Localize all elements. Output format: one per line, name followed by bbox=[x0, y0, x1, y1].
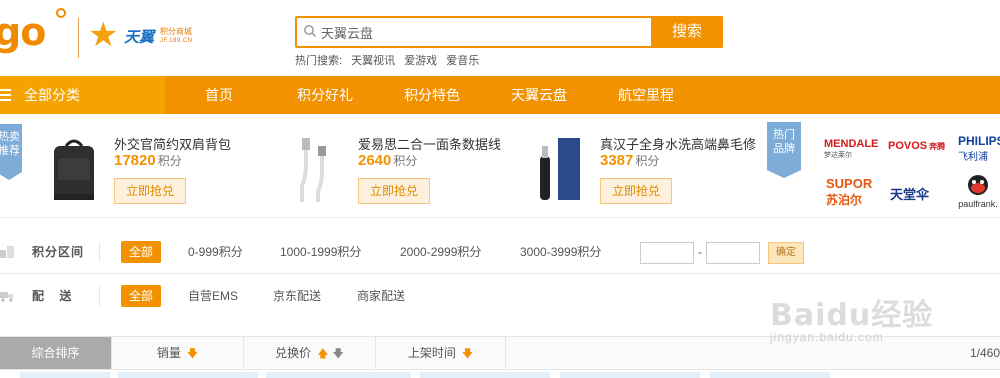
brand-logo-paulfrank[interactable]: paulfrank. bbox=[958, 174, 998, 209]
tianyi-logo[interactable]: ★ 天翼 积分商城 JF.189.CN bbox=[88, 18, 228, 62]
all-categories-label: 全部分类 bbox=[24, 87, 80, 103]
backpack-image bbox=[54, 139, 94, 200]
nav-item-home[interactable]: 首页 bbox=[205, 76, 233, 114]
sort-label: 上架时间 bbox=[407, 346, 456, 360]
search-button[interactable]: 搜索 bbox=[651, 16, 723, 48]
main-nav: 全部分类 首页 积分好礼 积分特色 天翼云盘 航空里程 bbox=[0, 76, 1000, 114]
monkey-icon bbox=[968, 175, 988, 195]
product-price: 17820 积分 bbox=[114, 152, 182, 169]
nav-item-points-gifts[interactable]: 积分好礼 bbox=[297, 76, 353, 114]
filter-label: 积分区间 bbox=[32, 245, 85, 259]
redeem-button[interactable]: 立即抢兑 bbox=[114, 178, 186, 204]
sort-comprehensive[interactable]: 综合排序 bbox=[0, 337, 112, 369]
redeem-button[interactable]: 立即抢兑 bbox=[600, 178, 672, 204]
sort-label: 兑换价 bbox=[275, 346, 312, 360]
brand-logos: MENDALE 梦达莱尔 POVOS奔腾 PHILIPS 飞利浦 SUPOR 苏… bbox=[818, 114, 1000, 218]
divider bbox=[99, 242, 100, 262]
product-price: 3387 积分 bbox=[600, 152, 660, 169]
badge-line: 推荐 bbox=[0, 145, 20, 157]
cut-off-row bbox=[0, 372, 1000, 378]
badge-line: 热卖 bbox=[0, 131, 20, 143]
sort-bar: 综合排序 销量 🡇 兑换价 🡅 🡇 上架时间 🡇 1/460 bbox=[0, 336, 1000, 370]
arrow-down-icon: 🡇 bbox=[186, 348, 199, 360]
filter-option[interactable]: 商家配送 bbox=[357, 274, 405, 318]
sort-price[interactable]: 兑换价 🡅 🡇 bbox=[244, 337, 376, 369]
logo-brand-name: 天翼 bbox=[124, 29, 155, 46]
range-confirm-button[interactable]: 确定 bbox=[768, 242, 804, 264]
logo-brand-sub: 积分商城 bbox=[160, 27, 192, 36]
filter-label: 配 送 bbox=[32, 289, 78, 303]
logo-brand-domain: JF.189.CN bbox=[160, 38, 193, 44]
range-min-input[interactable] bbox=[640, 242, 694, 264]
range-separator: - bbox=[698, 245, 702, 259]
filter-option[interactable]: 京东配送 bbox=[273, 274, 321, 318]
data-cable-image bbox=[300, 138, 326, 202]
brand-logo-supor[interactable]: SUPOR 苏泊尔 bbox=[826, 176, 872, 208]
hot-search-term[interactable]: 爱音乐 bbox=[446, 55, 479, 67]
hot-products: 热卖 推荐 外交官简约双肩背包 17820 积分 立即抢兑 爱易思二合一面条数据线… bbox=[0, 114, 1000, 218]
arrow-down-icon: 🡇 bbox=[332, 348, 344, 360]
product-price: 2640 积分 bbox=[358, 152, 418, 169]
points-range-filter: 积分区间 全部 0-999积分 1000-1999积分 2000-2999积分 … bbox=[0, 230, 1000, 274]
product-title[interactable]: 爱易思二合一面条数据线 bbox=[358, 134, 501, 153]
filter-option-all[interactable]: 全部 bbox=[121, 241, 162, 263]
search-icon bbox=[304, 25, 317, 38]
points-icon bbox=[0, 246, 14, 258]
menu-icon bbox=[0, 89, 11, 101]
sort-sales[interactable]: 销量 🡇 bbox=[112, 337, 244, 369]
delivery-filter: 配 送 全部 自营EMS 京东配送 商家配送 bbox=[0, 274, 1000, 318]
product-card[interactable]: 爱易思二合一面条数据线 2640 积分 立即抢兑 bbox=[292, 114, 522, 218]
search-box: 搜索 bbox=[295, 16, 723, 48]
product-title[interactable]: 真汉子全身水洗高端鼻毛修 bbox=[600, 134, 756, 153]
brand-logo-philips[interactable]: PHILIPS 飞利浦 bbox=[958, 134, 1000, 163]
nav-item-cloud-disk[interactable]: 天翼云盘 bbox=[511, 76, 567, 114]
product-card[interactable]: 外交官简约双肩背包 17820 积分 立即抢兑 bbox=[48, 114, 278, 218]
sort-label: 销量 bbox=[156, 346, 181, 360]
filter-option-all[interactable]: 全部 bbox=[121, 285, 162, 307]
search-input[interactable] bbox=[321, 18, 651, 46]
nav-item-air-miles[interactable]: 航空里程 bbox=[618, 76, 674, 114]
header: go ★ 天翼 积分商城 JF.189.CN 搜索 热门搜索: 天翼视讯 爱游戏… bbox=[0, 0, 1000, 76]
filter-option[interactable]: 2000-2999积分 bbox=[400, 230, 481, 274]
hot-sale-badge: 热卖 推荐 bbox=[0, 124, 22, 180]
brand-logo-povos[interactable]: POVOS 奔腾 bbox=[888, 140, 945, 152]
filter-option[interactable]: 0-999积分 bbox=[188, 230, 243, 274]
star-icon: ★ bbox=[88, 16, 119, 54]
divider bbox=[99, 286, 100, 306]
hot-search-term[interactable]: 爱游戏 bbox=[404, 55, 437, 67]
filter-option[interactable]: 3000-3999积分 bbox=[520, 230, 601, 274]
hot-search-term[interactable]: 天翼视讯 bbox=[351, 55, 395, 67]
nav-item-points-features[interactable]: 积分特色 bbox=[404, 76, 460, 114]
hot-search-label: 热门搜索: bbox=[295, 55, 343, 67]
nose-trimmer-image bbox=[540, 138, 580, 200]
logo-divider bbox=[78, 18, 79, 58]
all-categories-button[interactable]: 全部分类 bbox=[0, 76, 165, 114]
arrow-up-icon: 🡅 bbox=[317, 348, 329, 360]
truck-icon bbox=[0, 292, 13, 302]
brand-logo-mendale[interactable]: MENDALE 梦达莱尔 bbox=[824, 138, 878, 160]
badge-line: 热门 bbox=[773, 129, 795, 141]
sort-time[interactable]: 上架时间 🡇 bbox=[376, 337, 506, 369]
brand-logo-tiantang[interactable]: 天堂伞 bbox=[890, 184, 929, 203]
go-logo[interactable]: go bbox=[0, 8, 66, 54]
range-max-input[interactable] bbox=[706, 242, 760, 264]
product-title[interactable]: 外交官简约双肩背包 bbox=[114, 134, 231, 153]
redeem-button[interactable]: 立即抢兑 bbox=[358, 178, 430, 204]
badge-line: 品牌 bbox=[773, 143, 795, 155]
hot-brands-badge: 热门 品牌 bbox=[767, 122, 801, 178]
page-indicator: 1/460 bbox=[969, 346, 1000, 360]
product-card[interactable]: 真汉子全身水洗高端鼻毛修 3387 积分 立即抢兑 bbox=[532, 114, 772, 218]
filter-option[interactable]: 1000-1999积分 bbox=[280, 230, 361, 274]
hot-search: 热门搜索: 天翼视讯 爱游戏 爱音乐 bbox=[295, 52, 485, 68]
arrow-down-icon: 🡇 bbox=[461, 348, 474, 360]
filter-option[interactable]: 自营EMS bbox=[188, 274, 238, 318]
